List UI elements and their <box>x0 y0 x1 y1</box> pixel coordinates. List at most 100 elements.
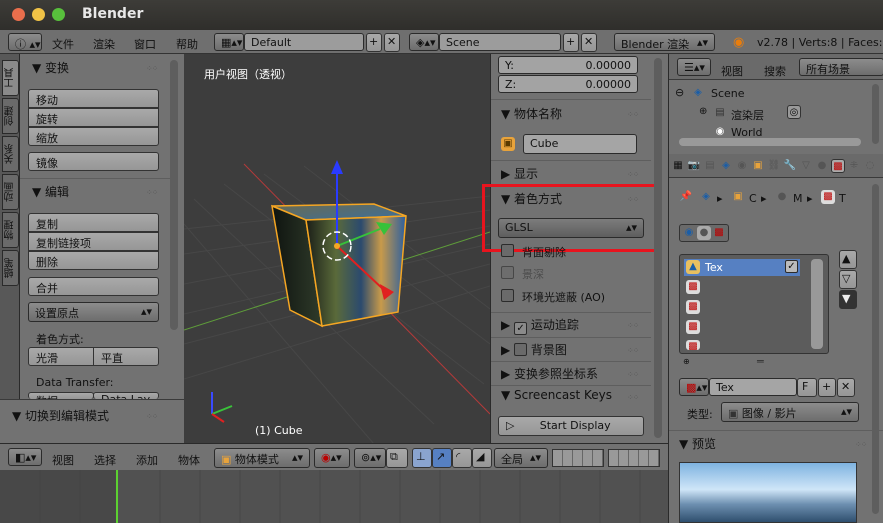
display-panel-header[interactable]: ▶ 显示 <box>501 165 538 185</box>
drag-handle-icon[interactable]: ⁘⁘ <box>627 393 639 402</box>
material-texture-icon[interactable]: ● <box>697 226 711 240</box>
editor-type-icon[interactable]: ▦ <box>671 159 685 173</box>
material-tab-icon[interactable]: ● <box>815 159 829 173</box>
remove-screen-icon[interactable]: ✕ <box>384 33 400 52</box>
outliner-render-layers[interactable]: 渲染层 <box>731 107 764 123</box>
timeline[interactable] <box>0 470 668 523</box>
world-tab-icon[interactable]: ◉ <box>735 159 749 173</box>
outliner-editor-type[interactable]: ☰▴▾ <box>677 58 711 76</box>
properties-scrollbar[interactable] <box>654 58 662 438</box>
empty-slot-icon[interactable]: ▩ <box>686 280 700 294</box>
menu-render[interactable]: 渲染 <box>93 36 115 52</box>
transform-panel-header[interactable]: ▼ 变换 <box>32 59 69 79</box>
duplicate-button[interactable]: 复制 <box>28 213 159 232</box>
drag-handle-icon[interactable]: ⁘⁘ <box>146 188 158 197</box>
tab-grease-pencil[interactable]: 蜡笔 <box>2 250 19 286</box>
translate-manipulator-icon[interactable]: ↗ <box>432 448 452 468</box>
drag-handle-icon[interactable]: ⁘⁘ <box>627 321 639 330</box>
breadcrumb-texture[interactable]: T <box>839 192 846 205</box>
3d-view-editor-type[interactable]: ◧▴▾ <box>8 448 42 466</box>
editor-type-selector[interactable]: ⓘ ▴▾ <box>8 33 42 51</box>
collapse-icon[interactable]: ⊖ <box>675 86 684 99</box>
render-tab-icon[interactable]: 📷 <box>687 159 701 173</box>
transform-orientation-dropdown[interactable]: 全局 ▴▾ <box>494 448 548 468</box>
drag-handle-icon[interactable]: ⁘⁘ <box>855 440 867 449</box>
texture-slot-enabled-checkbox[interactable]: ✓ <box>785 260 798 273</box>
scale-manipulator-icon[interactable]: ◢ <box>472 448 492 468</box>
tab-relations[interactable]: 关系 <box>2 136 19 172</box>
outliner-menu-view[interactable]: 视图 <box>721 63 743 79</box>
layers-grid-a[interactable] <box>552 449 604 467</box>
screencast-keys-panel-header[interactable]: ▼ Screencast Keys <box>501 388 612 408</box>
scene-field[interactable]: Scene <box>439 33 561 51</box>
drag-handle-icon[interactable]: ⁘⁘ <box>627 370 639 379</box>
drag-handle-icon[interactable]: ⁘⁘ <box>627 346 639 355</box>
select-menu[interactable]: 选择 <box>94 452 116 468</box>
edit-panel-header[interactable]: ▼ 编辑 <box>32 183 69 203</box>
empty-slot-icon[interactable]: ▩ <box>686 300 700 314</box>
slot-specials-icon[interactable]: ▼ <box>839 290 857 309</box>
drag-handle-icon[interactable]: ⁘⁘ <box>146 64 158 73</box>
manipulator-toggle-icon[interactable]: ⊥ <box>412 448 432 468</box>
modifiers-tab-icon[interactable]: 🔧 <box>783 159 797 173</box>
motion-tracking-panel-header[interactable]: ▶ ✓ 运动追踪 <box>501 316 579 336</box>
start-display-button[interactable]: ▷ Start Display <box>498 416 644 436</box>
empty-slot-icon[interactable]: ▩ <box>686 320 700 334</box>
z-gizmo-head[interactable] <box>331 160 343 174</box>
operator-header[interactable]: ▼ 切换到编辑模式 <box>12 407 109 427</box>
duplicate-linked-button[interactable]: 复制链接项 <box>28 232 159 251</box>
scene-icon-button[interactable]: ◈▴▾ <box>409 33 439 51</box>
world-texture-icon[interactable]: ◉ <box>682 226 696 240</box>
tab-tools[interactable]: 工具 <box>2 60 19 96</box>
texture-context-switch[interactable]: ◉ ● ▩ <box>679 224 729 242</box>
texture-type-dropdown[interactable]: ▣ 图像 / 影片 ▴▾ <box>721 402 859 422</box>
screen-layout-icon-button[interactable]: ▦▴▾ <box>214 33 244 51</box>
add-screen-icon[interactable]: + <box>366 33 382 52</box>
backface-culling-checkbox[interactable] <box>501 244 514 257</box>
set-origin-dropdown[interactable]: 设置原点 ▴▾ <box>28 302 159 322</box>
manipulate-center-icon[interactable]: ⧉ <box>386 448 408 468</box>
outliner-scene[interactable]: Scene <box>711 87 745 100</box>
pin-icon[interactable]: 📌 <box>679 190 693 204</box>
screen-layout-field[interactable]: Default <box>244 33 364 51</box>
breadcrumb-material[interactable]: M <box>793 192 803 205</box>
drag-handle-icon[interactable]: ⁘⁘ <box>627 110 639 119</box>
expand-icon[interactable]: ⊕ <box>699 106 707 117</box>
menu-file[interactable]: 文件 <box>52 36 74 52</box>
motion-tracking-checkbox[interactable]: ✓ <box>514 322 528 335</box>
add-menu[interactable]: 添加 <box>136 452 158 468</box>
object-tab-icon[interactable]: ▣ <box>751 159 765 173</box>
menu-help[interactable]: 帮助 <box>176 36 198 52</box>
property-editor-scrollbar[interactable] <box>872 184 879 514</box>
texture-tab-icon[interactable]: ▩ <box>831 159 845 173</box>
object-name-field[interactable]: Cube <box>523 134 637 154</box>
slot-list-scrollbar[interactable] <box>811 259 823 349</box>
translate-button[interactable]: 移动 <box>28 89 159 108</box>
empty-slot-icon[interactable]: ▩ <box>686 340 700 350</box>
tool-shelf-scrollbar[interactable] <box>170 60 178 330</box>
add-scene-icon[interactable]: + <box>563 33 579 52</box>
preview-panel-header[interactable]: ▼ 预览 <box>679 435 716 455</box>
tab-animation[interactable]: 动画 <box>2 174 19 210</box>
object-name-panel-header[interactable]: ▼ 物体名称 <box>501 105 562 125</box>
tab-physics[interactable]: 物理 <box>2 212 19 248</box>
view-menu[interactable]: 视图 <box>52 452 74 468</box>
move-slot-up-icon[interactable]: ▲ <box>839 250 857 269</box>
drag-handle-icon[interactable]: ⁘⁘ <box>146 412 158 421</box>
delete-button[interactable]: 删除 <box>28 251 159 270</box>
data-tab-icon[interactable]: ▽ <box>799 159 813 173</box>
mode-dropdown[interactable]: ▣ 物体模式 ▴▾ <box>214 448 310 468</box>
background-images-panel-header[interactable]: ▶ 背景图 <box>501 341 567 361</box>
remove-scene-icon[interactable]: ✕ <box>581 33 597 52</box>
transform-orientations-panel-header[interactable]: ▶ 变换参照坐标系 <box>501 365 598 385</box>
layers-grid-b[interactable] <box>608 449 660 467</box>
tab-create[interactable]: 创建 <box>2 98 19 134</box>
drag-handle-icon[interactable]: ⁘⁘ <box>627 170 639 179</box>
shade-smooth-button[interactable]: 光滑 <box>28 347 94 366</box>
location-y-field[interactable]: Y: 0.00000 <box>498 56 638 74</box>
minimize-window-button[interactable] <box>32 8 45 21</box>
maximize-window-button[interactable] <box>52 8 65 21</box>
object-menu[interactable]: 物体 <box>178 452 200 468</box>
texture-name-field[interactable]: Tex <box>709 378 797 396</box>
breadcrumb-object[interactable]: C <box>749 192 757 205</box>
